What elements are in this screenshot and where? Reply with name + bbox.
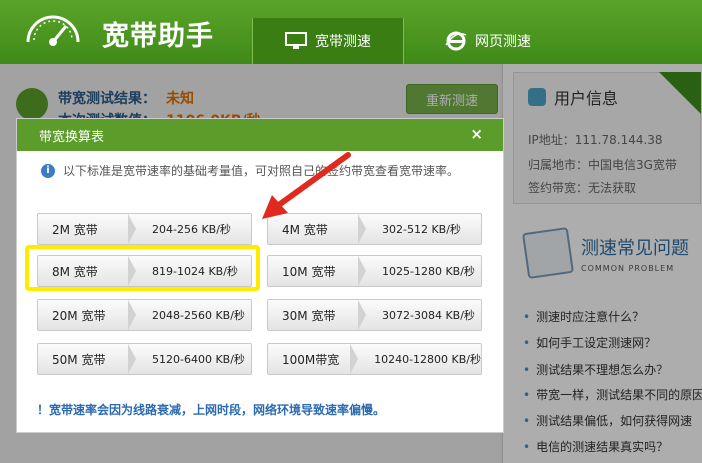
- rate-label: 30M 宽带: [282, 308, 336, 323]
- app-header: 宽带助手 宽带测速 网页测速: [0, 0, 702, 64]
- rate-row: 2M 宽带 204-256 KB/秒: [37, 213, 252, 245]
- rate-value: 302-512 KB/秒: [382, 223, 461, 236]
- rate-label: 2M 宽带: [52, 222, 98, 237]
- ie-browser-icon: [445, 31, 467, 51]
- footer-note: ！宽带速率会因为线路衰减，上网时段，网络环境导致速率偏慢。: [37, 403, 386, 417]
- chevron-separator: [358, 256, 366, 286]
- rate-value: 10240-12800 KB/秒: [374, 353, 481, 366]
- chevron-separator: [128, 344, 136, 374]
- rate-value: 204-256 KB/秒: [152, 223, 231, 236]
- yellow-highlight-box: [25, 245, 260, 291]
- rate-row: 20M 宽带 2048-2560 KB/秒: [37, 299, 252, 331]
- dialog-title: 带宽换算表: [39, 129, 105, 145]
- rate-label: 10M 宽带: [282, 264, 336, 279]
- close-icon[interactable]: ×: [470, 125, 483, 143]
- rate-value: 1025-1280 KB/秒: [382, 265, 475, 278]
- red-arrow-icon: [262, 152, 351, 219]
- tab-label: 宽带测速: [315, 34, 371, 50]
- info-icon: i: [41, 163, 55, 178]
- rate-value: 3072-3084 KB/秒: [382, 309, 475, 322]
- rate-row: 50M 宽带 5120-6400 KB/秒: [37, 343, 252, 375]
- rate-label: 20M 宽带: [52, 308, 106, 323]
- chevron-separator: [358, 300, 366, 330]
- tab-label: 网页测速: [475, 34, 531, 50]
- tab-broadband-speed[interactable]: 宽带测速: [252, 18, 404, 64]
- rate-row: 100M带宽 10240-12800 KB/秒: [267, 343, 482, 375]
- speedometer-logo-icon: [26, 15, 80, 46]
- rate-row: 30M 宽带 3072-3084 KB/秒: [267, 299, 482, 331]
- rate-row: 10M 宽带 1025-1280 KB/秒: [267, 255, 482, 287]
- monitor-icon: [285, 32, 307, 49]
- tab-web-speed[interactable]: 网页测速: [412, 18, 564, 64]
- rate-value: 2048-2560 KB/秒: [152, 309, 245, 322]
- rate-label: 100M带宽: [282, 352, 340, 367]
- rate-value: 5120-6400 KB/秒: [152, 353, 245, 366]
- rate-label: 50M 宽带: [52, 352, 106, 367]
- app-title: 宽带助手: [102, 21, 214, 52]
- chevron-separator: [350, 344, 359, 374]
- chevron-separator: [128, 300, 136, 330]
- chevron-separator: [128, 214, 136, 244]
